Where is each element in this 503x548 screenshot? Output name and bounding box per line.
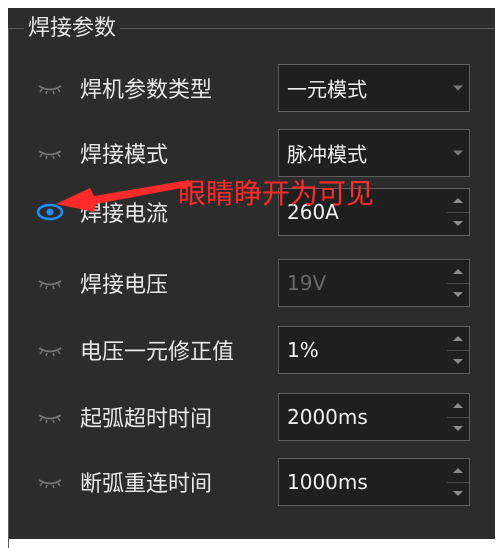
param-label: 焊接电压	[80, 273, 169, 298]
param-label: 起弧超时时间	[80, 407, 213, 432]
param-label: 电压一元修正值	[80, 340, 235, 365]
spin-arrows-icon[interactable]	[447, 327, 469, 373]
param-row: 电压一元修正值 1%	[0, 320, 503, 380]
spin-arrows-icon[interactable]	[447, 189, 469, 235]
param-value: 一元模式	[287, 77, 367, 102]
param-label: 焊接模式	[80, 143, 169, 168]
spin-arrows-icon[interactable]	[447, 394, 469, 440]
annotation-text: 眼睛睁开为可见	[178, 177, 375, 210]
param-combobox[interactable]: 一元模式	[278, 64, 470, 112]
closed-eye-icon[interactable]	[36, 341, 64, 359]
dropdown-arrow-icon[interactable]	[447, 130, 469, 176]
param-value: 19V	[287, 271, 327, 295]
param-row: 断弧重连时间 1000ms	[0, 452, 503, 512]
spin-arrows-icon[interactable]	[447, 459, 469, 505]
param-value: 1000ms	[287, 470, 368, 494]
annotation-arrow-icon	[56, 180, 192, 212]
param-spinbox[interactable]: 2000ms	[278, 393, 470, 441]
param-row: 焊机参数类型 一元模式	[0, 58, 503, 118]
param-row: 起弧超时时间 2000ms	[0, 387, 503, 447]
group-title: 焊接参数	[24, 10, 121, 42]
param-label: 焊机参数类型	[80, 78, 213, 103]
param-value: 脉冲模式	[287, 142, 367, 167]
param-row: 焊接电压 19V	[0, 253, 503, 313]
closed-eye-icon[interactable]	[36, 144, 64, 162]
closed-eye-icon[interactable]	[36, 274, 64, 292]
dropdown-arrow-icon[interactable]	[447, 65, 469, 111]
param-spinbox[interactable]: 1000ms	[278, 458, 470, 506]
param-combobox[interactable]: 脉冲模式	[278, 129, 470, 177]
param-value: 2000ms	[287, 405, 368, 429]
param-label: 断弧重连时间	[80, 472, 213, 497]
closed-eye-icon[interactable]	[36, 473, 64, 491]
param-spinbox: 19V	[278, 259, 470, 307]
param-value: 1%	[287, 338, 319, 362]
closed-eye-icon[interactable]	[36, 79, 64, 97]
spin-arrows-icon	[447, 260, 469, 306]
param-spinbox[interactable]: 1%	[278, 326, 470, 374]
closed-eye-icon[interactable]	[36, 408, 64, 426]
